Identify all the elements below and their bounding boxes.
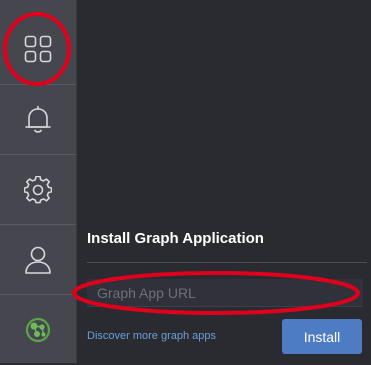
discover-graph-apps-link[interactable]: Discover more graph apps bbox=[87, 330, 216, 342]
apps-grid-icon bbox=[24, 35, 52, 63]
user-icon bbox=[24, 245, 52, 275]
graph-app-logo-icon bbox=[24, 316, 52, 344]
sidebar-item-account[interactable] bbox=[0, 224, 76, 295]
install-button[interactable]: Install bbox=[282, 319, 362, 354]
install-graph-app-panel: Install Graph Application Discover more … bbox=[77, 0, 371, 363]
sidebar-item-notifications[interactable] bbox=[0, 84, 76, 155]
graph-app-url-input[interactable] bbox=[87, 279, 363, 307]
divider bbox=[87, 262, 367, 263]
sidebar-item-graph-app[interactable] bbox=[0, 294, 76, 365]
bell-icon bbox=[24, 105, 52, 135]
section-title: Install Graph Application bbox=[87, 230, 264, 247]
gear-icon bbox=[24, 176, 52, 204]
sidebar-item-apps[interactable] bbox=[0, 14, 76, 84]
sidebar-item-settings[interactable] bbox=[0, 154, 76, 225]
sidebar bbox=[0, 0, 77, 363]
